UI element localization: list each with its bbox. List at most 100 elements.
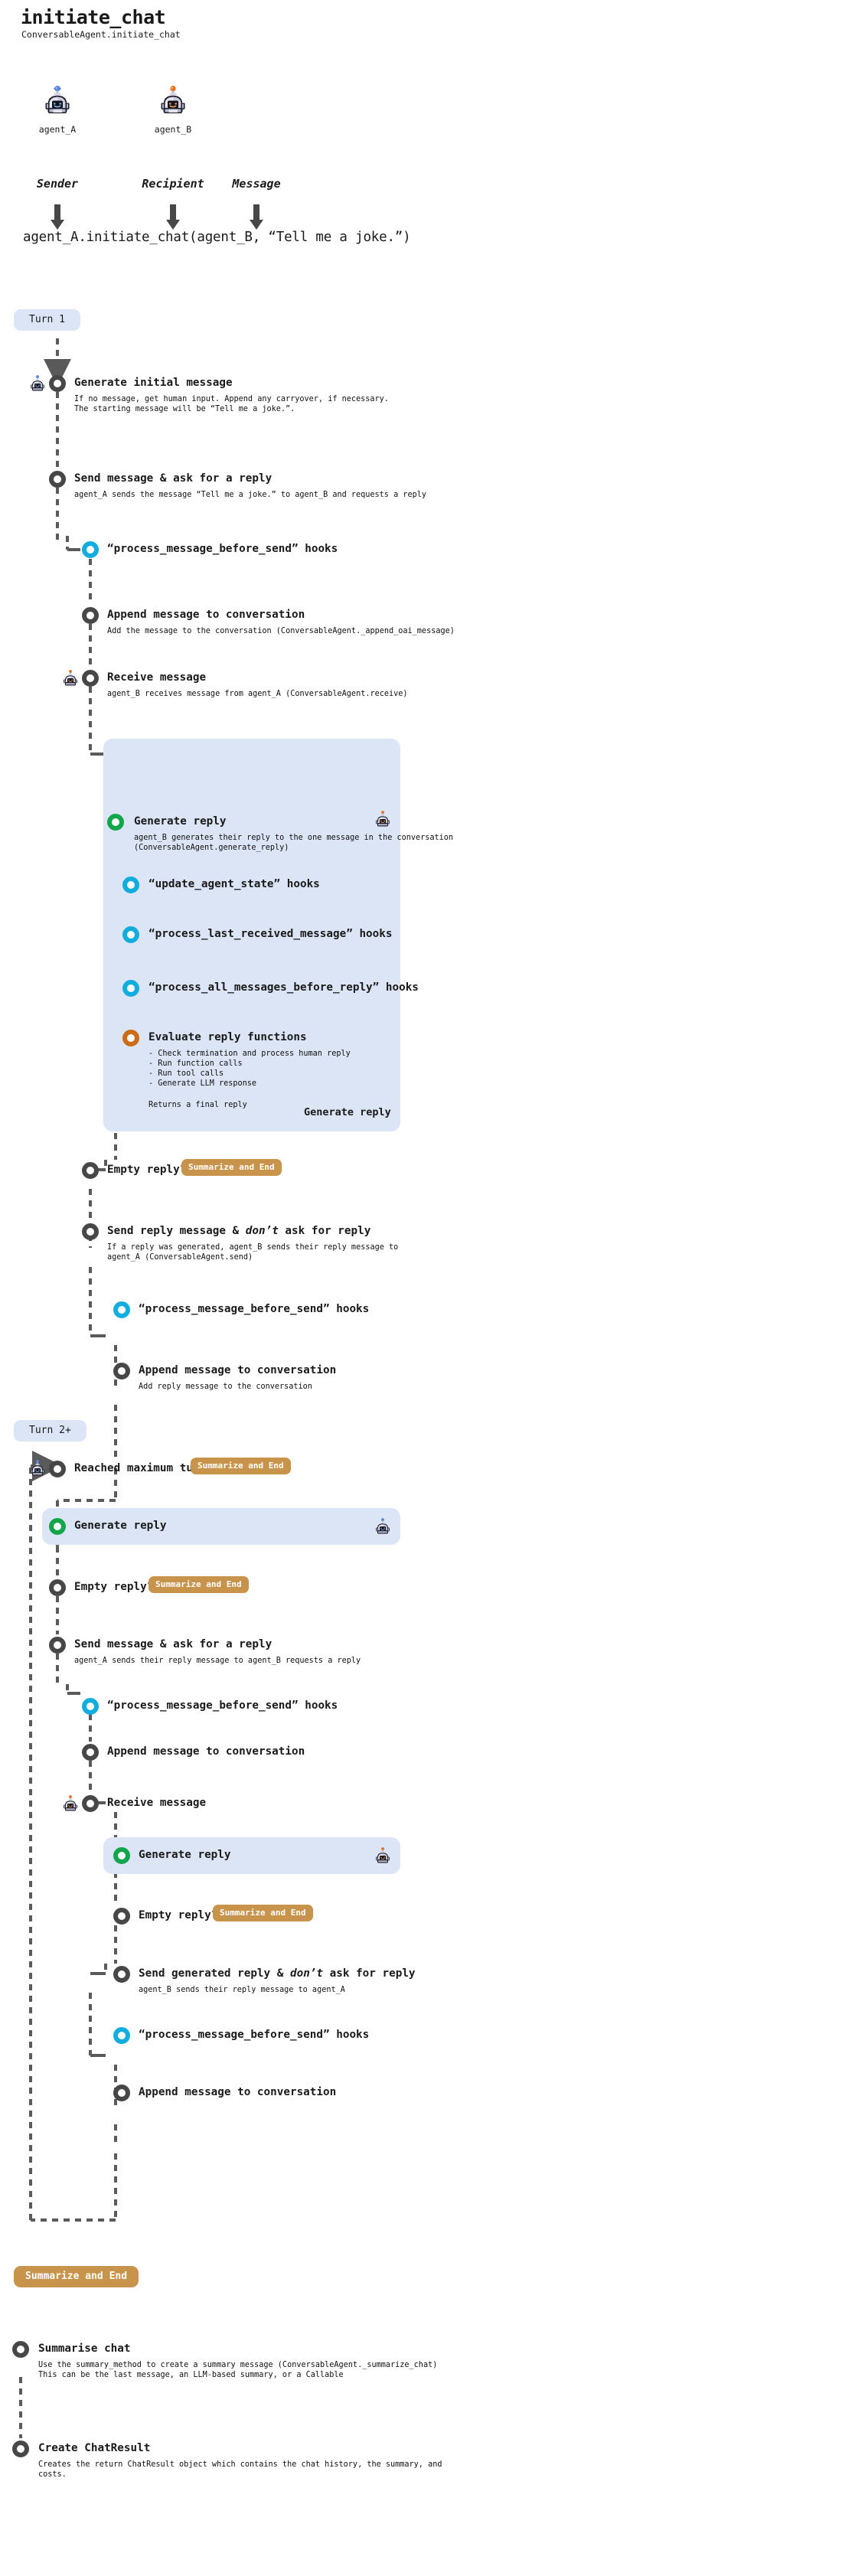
turn-1-badge: Turn 1 <box>14 309 80 331</box>
step-desc-send-message-ask-reply: agent_A sends the message “Tell me a jok… <box>74 491 427 499</box>
send-reply-part-dont: don’t <box>245 1225 279 1237</box>
node-generate-reply-1[interactable] <box>107 814 124 831</box>
page-subtitle: ConversableAgent.initiate_chat <box>21 29 181 40</box>
agent-a-icon-generate-reply-a <box>373 1517 393 1536</box>
agent-a-label: agent_A <box>38 124 77 135</box>
bullet-run-function-calls: - Run function calls <box>148 1059 243 1068</box>
summarize-and-end-section-badge[interactable]: Summarize and End <box>14 2266 139 2287</box>
step-label-send-message-ask-reply-2: Send message & ask for a reply <box>74 1638 273 1650</box>
node-empty-reply-1[interactable] <box>82 1162 99 1179</box>
role-message-label: Message <box>232 177 281 191</box>
step-desc-receive-message-1: agent_B receives message from agent_A (C… <box>107 690 408 698</box>
step-label-process-message-before-send-hook-4: “process_message_before_send” hooks <box>139 2029 370 2041</box>
role-sender-label: Sender <box>36 177 79 191</box>
node-process-all-messages-before-reply-hooks[interactable] <box>122 980 139 997</box>
node-generate-reply-b[interactable] <box>113 1847 130 1864</box>
step-label-send-generated-reply-dont-ask: Send generated reply & don’t ask for rep… <box>139 1968 416 1979</box>
bullet-run-tool-calls: - Run tool calls <box>148 1069 224 1078</box>
step-desc-append-message-to-conversation-2: Add reply message to the conversation <box>139 1383 312 1391</box>
badge-summarize-and-end-4[interactable]: Summarize and End <box>213 1905 313 1921</box>
node-empty-reply-3[interactable] <box>113 1908 130 1925</box>
node-send-reply-dont-ask[interactable] <box>82 1223 99 1240</box>
node-generate-reply-a[interactable] <box>49 1518 66 1535</box>
step-label-receive-message-2: Receive message <box>107 1797 207 1809</box>
step-label-generate-reply-1: Generate reply <box>134 815 227 828</box>
sender-arrow-icon <box>49 204 66 230</box>
step-label-generate-reply-a: Generate reply <box>74 1520 167 1532</box>
agent-a-robot-icon <box>40 84 75 119</box>
node-send-message-ask-reply[interactable] <box>49 471 66 488</box>
node-process-message-before-send-hook-2[interactable] <box>113 1301 130 1318</box>
node-generate-initial-message[interactable] <box>49 375 66 392</box>
send-reply-part-1: Send reply message & <box>107 1225 246 1237</box>
node-send-message-ask-reply-2[interactable] <box>49 1637 66 1654</box>
step-label-empty-reply-1: Empty reply? <box>107 1164 187 1176</box>
agent-b-icon-generate-reply-1 <box>373 809 393 829</box>
node-update-agent-state-hooks[interactable] <box>122 877 139 893</box>
step-desc-append-message-to-conversation-1: Add the message to the conversation (Con… <box>107 627 455 635</box>
agent-b-icon-receive-2 <box>60 1794 80 1814</box>
send-reply-part-3: ask for reply <box>278 1225 371 1237</box>
node-evaluate-reply-functions[interactable] <box>122 1030 139 1046</box>
step-label-process-message-before-send-hook-1: “process_message_before_send” hooks <box>107 543 338 555</box>
agent-b-label: agent_B <box>154 124 192 135</box>
node-process-message-before-send-hook-3[interactable] <box>82 1698 99 1715</box>
step-desc-generate-initial-message: If no message, get human input. Append a… <box>74 395 389 414</box>
badge-summarize-and-end-2[interactable]: Summarize and End <box>191 1458 291 1474</box>
step-label-receive-message-1: Receive message <box>107 671 207 684</box>
node-append-message-to-conversation-1[interactable] <box>82 607 99 624</box>
agent-b-robot-icon <box>155 84 191 119</box>
agent-b-icon-receive-1 <box>60 668 80 688</box>
badge-summarize-and-end-3[interactable]: Summarize and End <box>148 1576 249 1593</box>
step-label-process-message-before-send-hook-2: “process_message_before_send” hooks <box>139 1303 370 1315</box>
agent-a-icon-turn2 <box>28 1458 47 1478</box>
initiate-chat-call-line: agent_A.initiate_chat(agent_B, “Tell me … <box>23 230 411 245</box>
step-desc-generate-reply-1: agent_B generates their reply to the one… <box>134 834 454 853</box>
returns-final-reply-note: Returns a final reply <box>148 1101 247 1109</box>
step-desc-summarise-chat: Use the summary_method to create a summa… <box>38 2361 438 2380</box>
step-desc-send-reply-dont-ask: If a reply was generated, agent_B sends … <box>107 1243 399 1262</box>
step-desc-send-generated-reply-dont-ask: agent_B sends their reply message to age… <box>139 1986 345 1994</box>
step-label-send-message-ask-reply: Send message & ask for a reply <box>74 472 273 485</box>
agent-b-icon-generate-reply-b <box>373 1846 393 1866</box>
step-label-evaluate-reply-functions: Evaluate reply functions <box>148 1031 307 1043</box>
node-append-message-to-conversation-2[interactable] <box>113 1363 130 1379</box>
badge-summarize-and-end-1[interactable]: Summarize and End <box>181 1159 282 1176</box>
step-label-create-chatresult: Create ChatResult <box>38 2442 151 2454</box>
node-create-chatresult[interactable] <box>12 2441 29 2457</box>
message-arrow-icon <box>248 204 265 230</box>
step-label-generate-reply-b: Generate reply <box>139 1849 231 1861</box>
diagram-canvas: initiate_chat ConversableAgent.initiate_… <box>0 0 842 2576</box>
node-reached-maximum-turns[interactable] <box>49 1461 66 1477</box>
step-label-append-message-to-conversation-1: Append message to conversation <box>107 609 305 621</box>
send-generated-part-1: Send generated reply & <box>139 1967 290 1980</box>
step-label-append-message-to-conversation-3: Append message to conversation <box>107 1745 305 1758</box>
send-generated-part-dont: don’t <box>289 1967 324 1980</box>
page-title: initiate_chat <box>21 6 166 28</box>
node-empty-reply-2[interactable] <box>49 1579 66 1596</box>
node-process-last-received-message-hooks[interactable] <box>122 926 139 943</box>
step-label-process-last-received-message-hooks: “process_last_received_message” hooks <box>148 928 393 940</box>
step-label-append-message-to-conversation-2: Append message to conversation <box>139 1364 337 1376</box>
step-desc-create-chatresult: Creates the return ChatResult object whi… <box>38 2460 442 2480</box>
bullet-check-termination: - Check termination and process human re… <box>148 1050 351 1058</box>
send-generated-part-3: ask for reply <box>323 1967 416 1980</box>
step-label-empty-reply-2: Empty reply? <box>74 1581 154 1593</box>
agent-a-icon-step-1 <box>28 374 47 393</box>
node-process-message-before-send-hook-4[interactable] <box>113 2027 130 2044</box>
turn-2-badge: Turn 2+ <box>14 1420 86 1441</box>
bullet-generate-llm-response: - Generate LLM response <box>148 1079 257 1088</box>
node-append-message-to-conversation-3[interactable] <box>82 1744 99 1761</box>
node-append-message-to-conversation-4[interactable] <box>113 2085 130 2101</box>
step-label-update-agent-state-hooks: “update_agent_state” hooks <box>148 878 320 890</box>
step-label-process-all-messages-before-reply-hooks: “process_all_messages_before_reply” hook… <box>148 981 419 994</box>
step-label-process-message-before-send-hook-3: “process_message_before_send” hooks <box>107 1699 338 1712</box>
node-send-generated-reply-dont-ask[interactable] <box>113 1966 130 1983</box>
step-label-empty-reply-3: Empty reply? <box>139 1909 218 1921</box>
node-summarise-chat[interactable] <box>12 2341 29 2358</box>
node-receive-message-2[interactable] <box>82 1795 99 1812</box>
node-receive-message-1[interactable] <box>82 670 99 687</box>
recipient-arrow-icon <box>165 204 181 230</box>
generate-reply-block-footer-label: Generate reply <box>304 1106 391 1118</box>
node-process-message-before-send-hook-1[interactable] <box>82 541 99 558</box>
